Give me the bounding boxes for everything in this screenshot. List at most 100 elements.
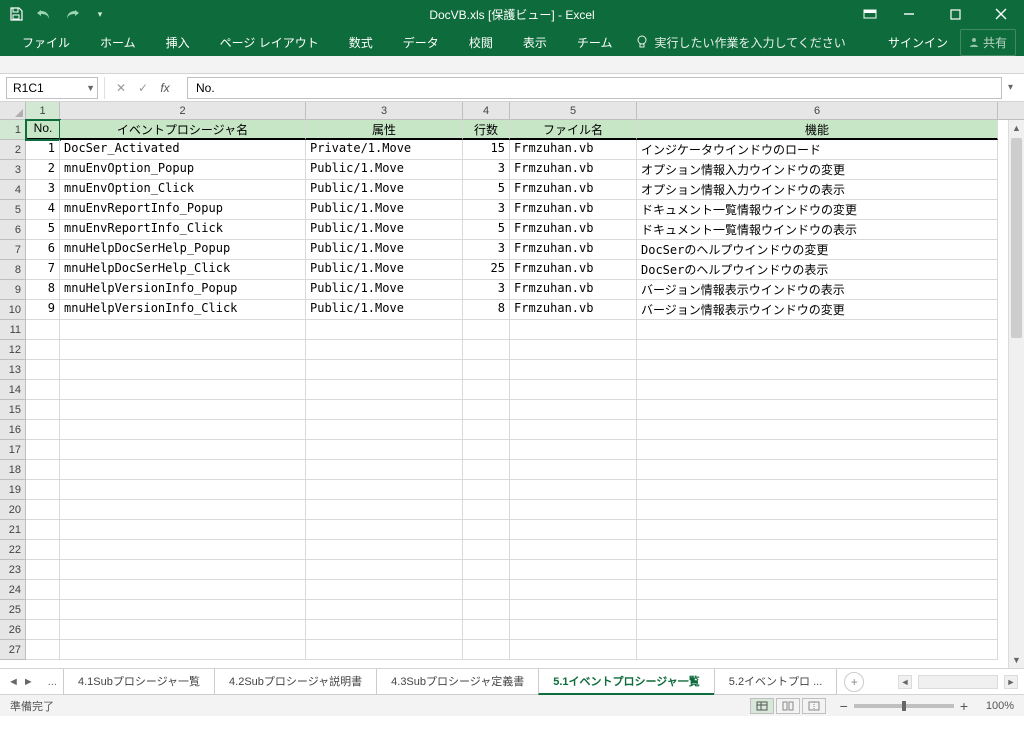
cell[interactable] — [60, 340, 306, 360]
cell[interactable] — [306, 420, 463, 440]
cell[interactable] — [510, 480, 637, 500]
undo-icon[interactable] — [36, 6, 52, 22]
scroll-down-icon[interactable]: ▼ — [1009, 652, 1024, 668]
cell[interactable]: バージョン情報表示ウインドウの変更 — [637, 300, 998, 320]
row-header[interactable]: 23 — [0, 560, 26, 580]
cell[interactable] — [26, 340, 60, 360]
cell[interactable] — [637, 620, 998, 640]
cell[interactable]: 1 — [26, 140, 60, 160]
row-header[interactable]: 22 — [0, 540, 26, 560]
row-header[interactable]: 9 — [0, 280, 26, 300]
cell[interactable] — [463, 640, 510, 660]
hscroll-right-icon[interactable]: ► — [1004, 675, 1018, 689]
cell[interactable] — [463, 540, 510, 560]
cell[interactable]: 2 — [26, 160, 60, 180]
cell[interactable] — [60, 320, 306, 340]
cell[interactable] — [510, 360, 637, 380]
cell[interactable] — [306, 600, 463, 620]
cell[interactable]: DocSerのヘルプウインドウの変更 — [637, 240, 998, 260]
cell[interactable]: 属性 — [306, 120, 463, 140]
cell[interactable] — [306, 400, 463, 420]
add-sheet-button[interactable]: + — [844, 672, 864, 692]
cell[interactable]: Frmzuhan.vb — [510, 260, 637, 280]
row-header[interactable]: 13 — [0, 360, 26, 380]
col-header[interactable]: 3 — [306, 102, 463, 119]
row-header[interactable]: 4 — [0, 180, 26, 200]
row-header[interactable]: 8 — [0, 260, 26, 280]
sheet-tab[interactable]: 4.2Subプロシージャ説明書 — [214, 669, 377, 695]
cell[interactable]: 4 — [26, 200, 60, 220]
ribbon-display-options-icon[interactable] — [854, 0, 886, 28]
close-button[interactable] — [978, 0, 1024, 28]
spreadsheet-grid[interactable]: 123456 123456789101112131415161718192021… — [0, 102, 1024, 668]
cell[interactable]: Public/1.Move — [306, 240, 463, 260]
row-header[interactable]: 21 — [0, 520, 26, 540]
share-button[interactable]: 共有 — [960, 29, 1016, 56]
cell[interactable] — [26, 560, 60, 580]
cell[interactable]: 15 — [463, 140, 510, 160]
horizontal-scrollbar[interactable] — [918, 675, 998, 689]
cell[interactable] — [637, 360, 998, 380]
cell[interactable] — [306, 440, 463, 460]
cell[interactable] — [60, 500, 306, 520]
cell[interactable]: Frmzuhan.vb — [510, 180, 637, 200]
cell[interactable]: mnuEnvOption_Popup — [60, 160, 306, 180]
row-header[interactable]: 18 — [0, 460, 26, 480]
cell[interactable] — [510, 620, 637, 640]
tab-review[interactable]: 校閲 — [455, 28, 507, 57]
cell[interactable] — [463, 500, 510, 520]
cell[interactable] — [60, 540, 306, 560]
cell[interactable]: Frmzuhan.vb — [510, 200, 637, 220]
cell[interactable] — [463, 620, 510, 640]
cancel-formula-icon[interactable]: ✕ — [113, 81, 129, 95]
hscroll-left-icon[interactable]: ◄ — [898, 675, 912, 689]
row-header[interactable]: 25 — [0, 600, 26, 620]
cell[interactable] — [637, 600, 998, 620]
cell[interactable]: No. — [26, 120, 60, 140]
cell[interactable] — [463, 340, 510, 360]
scroll-thumb[interactable] — [1011, 138, 1022, 338]
row-header[interactable]: 1 — [0, 120, 26, 140]
cell[interactable]: イベントプロシージャ名 — [60, 120, 306, 140]
cell[interactable] — [510, 320, 637, 340]
row-header[interactable]: 11 — [0, 320, 26, 340]
col-header[interactable]: 1 — [26, 102, 60, 119]
sheet-nav-prev-icon[interactable]: ◄ — [8, 676, 19, 688]
sheet-tab[interactable]: 4.3Subプロシージャ定義書 — [376, 669, 539, 695]
row-header[interactable]: 27 — [0, 640, 26, 660]
cells-area[interactable]: No.イベントプロシージャ名属性行数ファイル名機能1DocSer_Activat… — [26, 120, 1024, 660]
col-header[interactable]: 5 — [510, 102, 637, 119]
cell[interactable]: mnuEnvReportInfo_Popup — [60, 200, 306, 220]
cell[interactable] — [463, 560, 510, 580]
row-header[interactable]: 12 — [0, 340, 26, 360]
cell[interactable] — [306, 620, 463, 640]
cell[interactable] — [26, 380, 60, 400]
cell[interactable] — [306, 580, 463, 600]
save-icon[interactable] — [8, 6, 24, 22]
sheet-tab[interactable]: 5.1イベントプロシージャ一覧 — [538, 669, 715, 695]
cell[interactable] — [26, 440, 60, 460]
tab-team[interactable]: チーム — [563, 28, 627, 57]
view-page-break-button[interactable] — [802, 698, 826, 714]
cell[interactable] — [60, 400, 306, 420]
cell[interactable] — [26, 500, 60, 520]
cell[interactable]: Frmzuhan.vb — [510, 280, 637, 300]
cell[interactable] — [306, 560, 463, 580]
cell[interactable]: 7 — [26, 260, 60, 280]
cell[interactable] — [60, 620, 306, 640]
cell[interactable]: 6 — [26, 240, 60, 260]
zoom-slider[interactable] — [854, 704, 954, 708]
cell[interactable] — [26, 480, 60, 500]
name-box[interactable]: R1C1 ▼ — [6, 77, 98, 99]
expand-formula-bar-icon[interactable]: ▾ — [1008, 82, 1024, 93]
cell[interactable] — [306, 640, 463, 660]
zoom-in-button[interactable]: + — [960, 698, 968, 714]
cell[interactable] — [26, 420, 60, 440]
cell[interactable] — [463, 320, 510, 340]
cell[interactable]: 25 — [463, 260, 510, 280]
cell[interactable] — [637, 420, 998, 440]
cell[interactable] — [463, 580, 510, 600]
cell[interactable] — [26, 360, 60, 380]
cell[interactable] — [510, 600, 637, 620]
cell[interactable]: Public/1.Move — [306, 160, 463, 180]
